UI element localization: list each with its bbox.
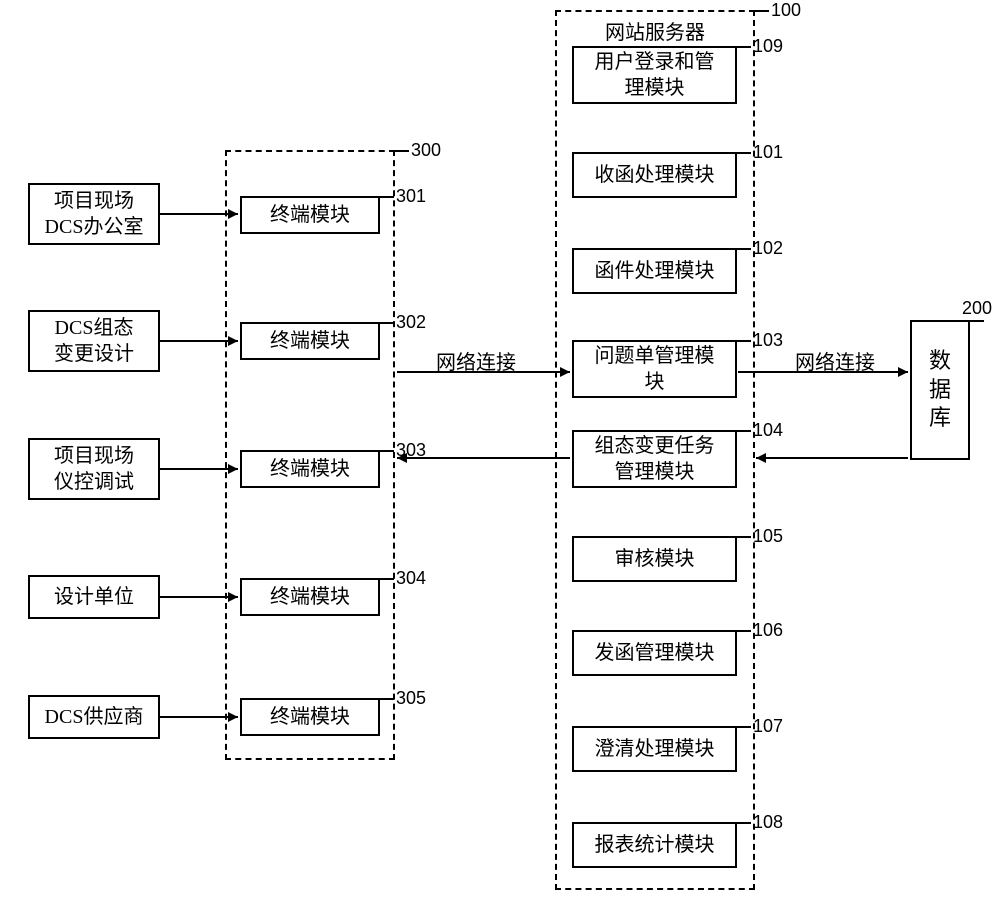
server-group-title: 网站服务器	[605, 16, 705, 45]
label-305: 305	[396, 688, 426, 709]
source-dcs-office: 项目现场 DCS办公室	[28, 183, 160, 245]
tick-107	[737, 726, 751, 728]
label-100: 100	[771, 0, 801, 21]
source-design-unit: 设计单位	[28, 575, 160, 619]
module-receive-letter: 收函处理模块	[572, 152, 737, 198]
tick-105	[737, 536, 751, 538]
label-107: 107	[753, 716, 783, 737]
module-clarify: 澄清处理模块	[572, 726, 737, 772]
tick-300	[395, 150, 409, 152]
tick-101	[737, 152, 751, 154]
source-dcs-config-change: DCS组态 变更设计	[28, 310, 160, 372]
tick-304	[380, 578, 394, 580]
tick-103	[737, 340, 751, 342]
edge-label-net-conn-2: 网络连接	[795, 346, 875, 375]
module-user-login: 用户登录和管 理模块	[572, 46, 737, 104]
tick-108	[737, 822, 751, 824]
terminal-module-3: 终端模块	[240, 450, 380, 488]
module-letter-process: 函件处理模块	[572, 248, 737, 294]
label-105: 105	[753, 526, 783, 547]
tick-200	[970, 320, 984, 322]
module-report-stats: 报表统计模块	[572, 822, 737, 868]
edge-label-net-conn-1: 网络连接	[436, 346, 516, 375]
module-issue-manage: 问题单管理模 块	[572, 340, 737, 398]
label-200: 200	[962, 298, 992, 319]
tick-109	[737, 46, 751, 48]
label-103: 103	[753, 330, 783, 351]
tick-301	[380, 196, 394, 198]
tick-100	[755, 10, 769, 12]
label-303: 303	[396, 440, 426, 461]
tick-305	[380, 698, 394, 700]
label-104: 104	[753, 420, 783, 441]
label-300: 300	[411, 140, 441, 161]
terminal-module-5: 终端模块	[240, 698, 380, 736]
module-config-change-task: 组态变更任务 管理模块	[572, 430, 737, 488]
module-audit: 审核模块	[572, 536, 737, 582]
tick-106	[737, 630, 751, 632]
label-102: 102	[753, 238, 783, 259]
label-108: 108	[753, 812, 783, 833]
source-dcs-supplier: DCS供应商	[28, 695, 160, 739]
label-302: 302	[396, 312, 426, 333]
label-101: 101	[753, 142, 783, 163]
terminal-module-2: 终端模块	[240, 322, 380, 360]
label-109: 109	[753, 36, 783, 57]
label-304: 304	[396, 568, 426, 589]
terminal-module-1: 终端模块	[240, 196, 380, 234]
tick-104	[737, 430, 751, 432]
label-301: 301	[396, 186, 426, 207]
tick-302	[380, 322, 394, 324]
database: 数 据 库	[910, 320, 970, 460]
terminal-module-4: 终端模块	[240, 578, 380, 616]
label-106: 106	[753, 620, 783, 641]
module-send-letter: 发函管理模块	[572, 630, 737, 676]
tick-102	[737, 248, 751, 250]
tick-303	[380, 450, 394, 452]
source-instrument-debug: 项目现场 仪控调试	[28, 438, 160, 500]
